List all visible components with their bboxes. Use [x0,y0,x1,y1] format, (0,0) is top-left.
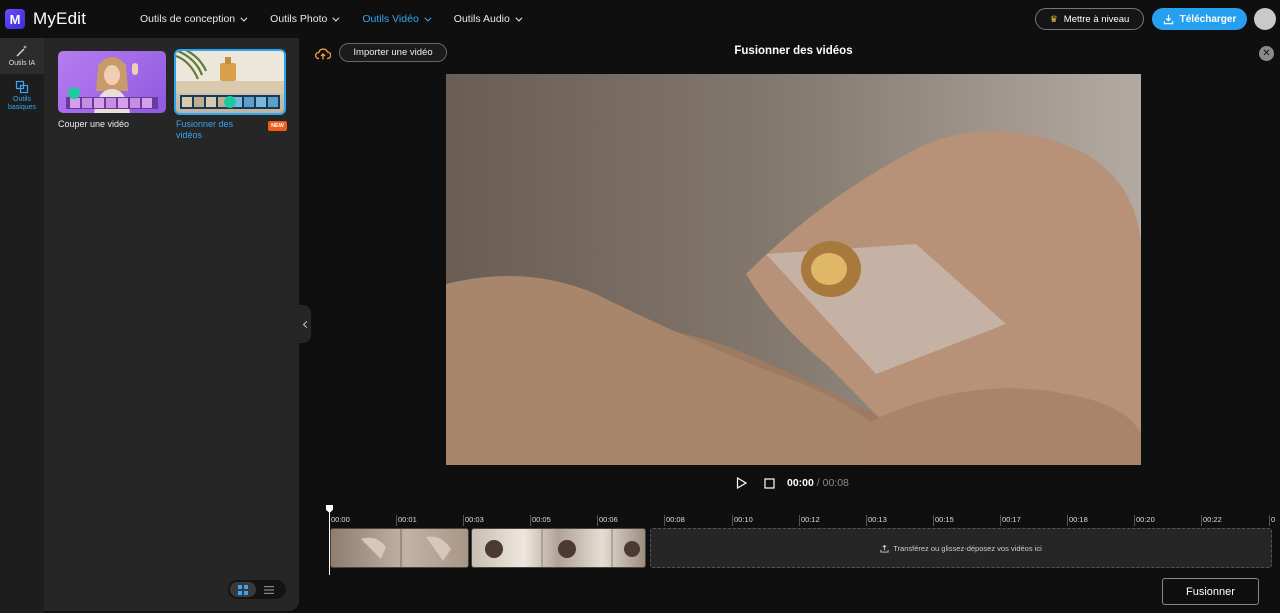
nav-label: Outils de conception [140,13,236,25]
tick-label: 00:10 [732,515,753,526]
tick-label: 00:18 [1067,515,1088,526]
download-label: Télécharger [1179,13,1237,25]
new-badge: NEW [268,121,287,131]
chevron-down-icon [424,14,432,22]
timeline: 00:00 00:01 00:03 00:05 00:06 00:08 00:1… [329,505,1280,605]
tick-label: 00:12 [799,515,820,526]
tick-label: 00:13 [866,515,887,526]
play-icon[interactable] [736,477,747,489]
download-button[interactable]: Télécharger [1152,8,1247,30]
tick-label: 00:01 [396,515,417,526]
timeline-clip-1[interactable] [330,528,469,568]
magic-wand-icon [16,45,27,57]
nav-label: Outils Audio [453,13,510,25]
rail-label: Outils IA [8,60,36,67]
app-name: MyEdit [33,9,87,28]
tick-label: 00:00 [329,515,350,526]
stop-icon[interactable] [764,477,775,489]
tick-label: 00:05 [530,515,551,526]
nav-audio-tools[interactable]: Outils Audio [453,13,523,25]
nav-design-tools[interactable]: Outils de conception [140,13,248,25]
tick-label: 00:17 [1000,515,1021,526]
close-icon: ✕ [1262,48,1271,59]
timeline-clip-2[interactable] [471,528,646,568]
collapse-panel-button[interactable] [299,305,311,343]
tick-label: 00:03 [463,515,484,526]
playhead[interactable] [329,505,330,575]
total-time: / 00:08 [816,477,849,489]
video-frame [446,74,1141,465]
tick-label: 00:08 [664,515,685,526]
video-preview[interactable] [446,74,1141,465]
chevron-down-icon [515,14,523,22]
card-merge-video-label[interactable]: Fusionner des vidéos [176,119,246,141]
chevron-down-icon [332,14,340,22]
list-icon [264,585,274,594]
tick-label: 00:15 [933,515,954,526]
rail-item-basic-tools[interactable]: Outils basiques [0,74,44,118]
card-merge-video-thumb[interactable] [174,49,286,115]
upgrade-label: Mettre à niveau [1063,13,1130,25]
rail-item-ai-tools[interactable]: Outils IA [0,38,44,74]
download-icon [1163,14,1173,24]
chevron-down-icon [240,14,248,22]
merge-button[interactable]: Fusionner [1162,578,1259,605]
current-time: 00:00 [787,477,814,489]
copy-squares-icon [15,80,29,94]
clip-1-frames [361,529,451,567]
tick-label: 00:06 [597,515,618,526]
dropzone-label: Transférez ou glissez-déposez vos vidéos… [893,543,1042,553]
card-cut-video-label[interactable]: Couper une vidéo [58,119,129,130]
tick-label: 00:20 [1134,515,1155,526]
list-view-button[interactable] [256,582,282,597]
clip-2-frames [485,529,640,567]
tick-label: 00:22 [1201,515,1222,526]
nav-video-tools[interactable]: Outils Vidéo [362,13,432,25]
logo[interactable]: M MyEdit [5,9,86,29]
nav-label: Outils Photo [270,13,328,25]
avatar[interactable] [1254,8,1276,30]
tick-label: 0 [1269,515,1276,526]
nav-label: Outils Vidéo [362,13,419,25]
crown-icon: ♛ [1049,13,1058,24]
time-display: 00:00 / 00:08 [787,477,849,489]
card-cut-video-thumb[interactable] [58,51,166,113]
main-nav: Outils de conception Outils Photo Outils… [140,0,545,38]
upload-icon [880,544,889,553]
view-toggle [228,580,286,599]
top-bar: M MyEdit Outils de conception Outils Pho… [0,0,1280,38]
chevron-left-icon [302,320,310,328]
merge-video-thumbnail [176,51,284,109]
logo-mark: M [5,9,25,29]
grid-view-button[interactable] [230,582,256,597]
close-button[interactable]: ✕ [1259,46,1274,61]
rail-label: Outils basiques [7,96,37,111]
playback-controls: 00:00 / 00:08 [736,475,849,491]
tool-rail: Outils IA Outils basiques [0,38,44,613]
nav-photo-tools[interactable]: Outils Photo [270,13,340,25]
video-dropzone[interactable]: Transférez ou glissez-déposez vos vidéos… [650,528,1272,568]
timeline-ruler: 00:00 00:01 00:03 00:05 00:06 00:08 00:1… [329,515,1280,527]
cut-video-thumbnail [66,57,158,113]
tools-panel: Couper une vidéo Fusionner des vidéos NE… [44,38,299,611]
page-title: Fusionner des vidéos [734,45,853,57]
grid-icon [238,584,248,595]
upgrade-button[interactable]: ♛ Mettre à niveau [1035,8,1144,30]
main-area: Importer une vidéo Fusionner des vidéos … [311,38,1280,613]
